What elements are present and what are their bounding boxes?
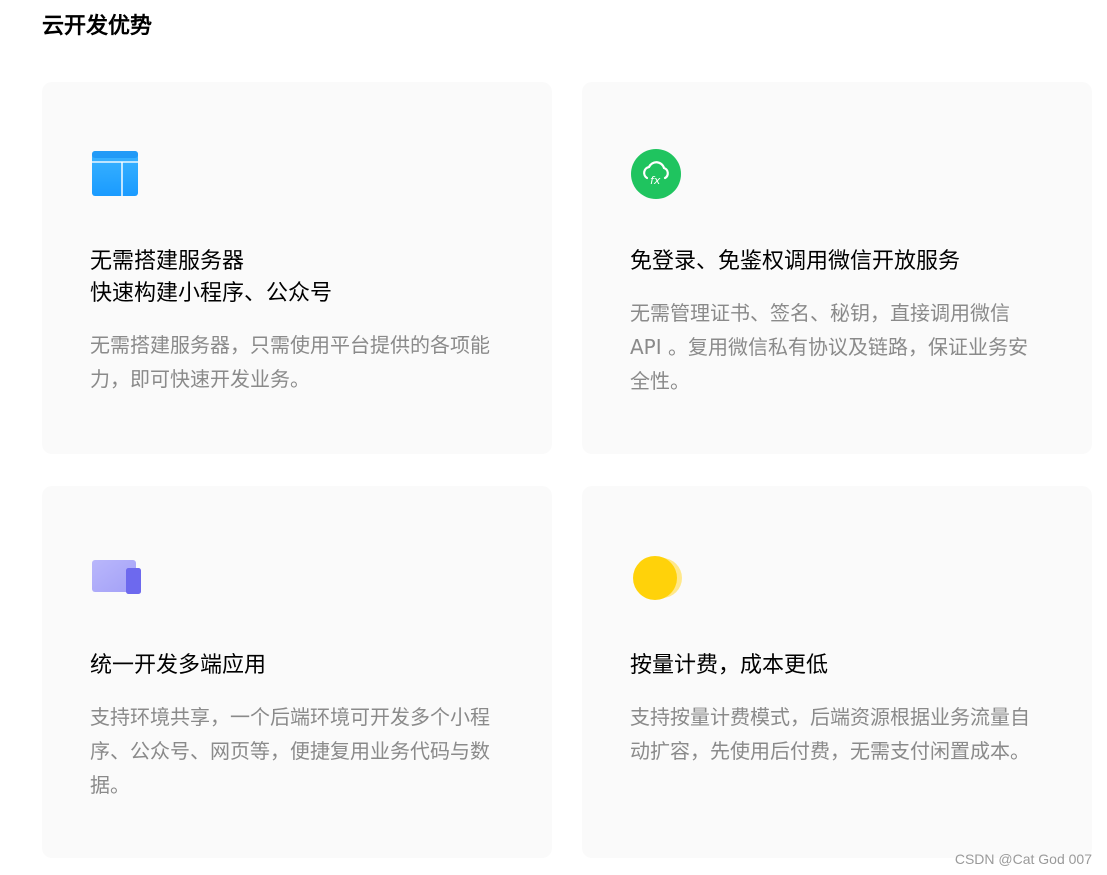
feature-card-multi-platform: 统一开发多端应用 支持环境共享，一个后端环境可开发多个小程序、公众号、网页等，便… bbox=[42, 486, 552, 858]
card-description: 支持按量计费模式，后端资源根据业务流量自动扩容，先使用后付费，无需支付闲置成本。 bbox=[630, 705, 1030, 763]
card-title: 按量计费，成本更低 bbox=[630, 653, 829, 678]
feature-card-pay-as-you-go: 按量计费，成本更低 支持按量计费模式，后端资源根据业务流量自动扩容，先使用后付费… bbox=[582, 486, 1092, 858]
coins-icon bbox=[630, 552, 690, 604]
window-layout-icon bbox=[90, 148, 150, 200]
card-title: 统一开发多端应用 bbox=[90, 653, 267, 678]
card-description: 无需管理证书、签名、秘钥，直接调用微信 API 。复用微信私有协议及链路，保证业… bbox=[630, 301, 1028, 393]
svg-text:fx: fx bbox=[650, 174, 661, 187]
card-title: 免登录、免鉴权调用微信开放服务 bbox=[630, 249, 961, 274]
card-description: 支持环境共享，一个后端环境可开发多个小程序、公众号、网页等，便捷复用业务代码与数… bbox=[90, 705, 490, 797]
watermark: CSDN @Cat God 007 bbox=[954, 851, 1092, 867]
feature-card-open-services: fx 免登录、免鉴权调用微信开放服务 无需管理证书、签名、秘钥，直接调用微信 A… bbox=[582, 82, 1092, 454]
cloud-function-icon: fx bbox=[630, 148, 690, 200]
card-title: 无需搭建服务器 快速构建小程序、公众号 bbox=[90, 249, 333, 306]
feature-card-no-server: 无需搭建服务器 快速构建小程序、公众号 无需搭建服务器，只需使用平台提供的各项能… bbox=[42, 82, 552, 454]
page-title: 云开发优势 bbox=[42, 14, 153, 39]
multi-device-icon bbox=[90, 552, 150, 604]
card-description: 无需搭建服务器，只需使用平台提供的各项能力，即可快速开发业务。 bbox=[90, 333, 490, 391]
